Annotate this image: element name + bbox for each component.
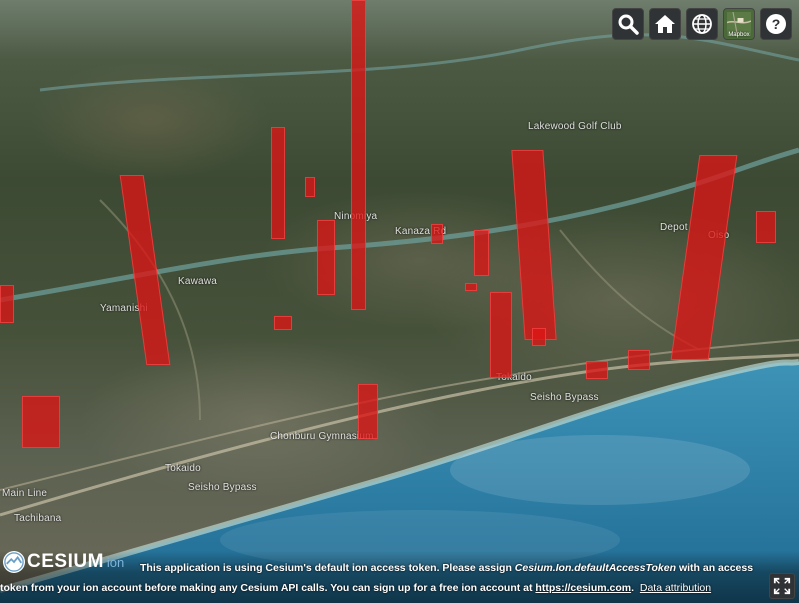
extruded-bar[interactable] xyxy=(532,328,546,346)
token-message-text: This application is using Cesium's defau… xyxy=(140,562,515,574)
svg-text:?: ? xyxy=(772,16,781,32)
basemap-picker-button[interactable]: Mapbox xyxy=(723,8,755,40)
token-message-text: token from your ion account before makin… xyxy=(0,582,536,594)
search-button[interactable] xyxy=(612,8,644,40)
extruded-bar[interactable] xyxy=(431,224,443,244)
map-label: Lakewood Golf Club xyxy=(528,121,622,132)
search-icon xyxy=(618,14,639,35)
extruded-bar[interactable] xyxy=(22,396,60,448)
token-message-text: . xyxy=(631,582,635,594)
globe-icon xyxy=(692,14,712,34)
map-label: Seisho Bypass xyxy=(188,482,257,493)
map-label: Depot xyxy=(660,222,688,233)
token-message-text: with an access xyxy=(676,562,754,574)
extruded-bar[interactable] xyxy=(586,361,608,379)
basemap-label: Mapbox xyxy=(728,32,750,38)
help-icon: ? xyxy=(766,14,786,34)
extruded-bar[interactable] xyxy=(358,384,378,439)
cesium-viewer[interactable]: Lakewood Golf Club Kawawa Yamanishi Nino… xyxy=(0,0,799,603)
extruded-bar[interactable] xyxy=(756,211,776,243)
map-label: Kawawa xyxy=(178,276,217,287)
map-label: Main Line xyxy=(2,488,48,499)
cesium-signup-link[interactable]: https://cesium.com xyxy=(535,582,631,594)
map-label: Tachibana xyxy=(14,513,62,524)
extruded-bar[interactable] xyxy=(490,292,512,378)
token-message-line2: token from your ion account before makin… xyxy=(0,578,769,598)
help-button[interactable]: ? xyxy=(760,8,792,40)
extruded-bar[interactable] xyxy=(0,285,14,323)
extruded-bar[interactable] xyxy=(317,220,335,295)
token-message-line1: This application is using Cesium's defau… xyxy=(0,558,769,578)
fullscreen-button[interactable] xyxy=(769,573,795,599)
extruded-bar[interactable] xyxy=(351,0,366,310)
home-button[interactable] xyxy=(649,8,681,40)
map-label: Seisho Bypass xyxy=(530,392,599,403)
ion-token-message: This application is using Cesium's defau… xyxy=(0,558,769,598)
extruded-bar[interactable] xyxy=(274,316,292,330)
extruded-bar[interactable] xyxy=(474,230,489,276)
extruded-bar[interactable] xyxy=(628,350,650,370)
extruded-bar[interactable] xyxy=(465,283,477,291)
toolbar: Mapbox ? xyxy=(612,8,792,40)
fullscreen-icon xyxy=(773,577,791,595)
scene-mode-button[interactable] xyxy=(686,8,718,40)
data-attribution-link[interactable]: Data attribution xyxy=(640,582,711,594)
extruded-bar[interactable] xyxy=(305,177,315,197)
map-label: Tokaido xyxy=(165,463,201,474)
token-message-code: Cesium.Ion.defaultAccessToken xyxy=(514,562,677,574)
home-icon xyxy=(655,15,675,33)
extruded-bar[interactable] xyxy=(271,127,285,239)
